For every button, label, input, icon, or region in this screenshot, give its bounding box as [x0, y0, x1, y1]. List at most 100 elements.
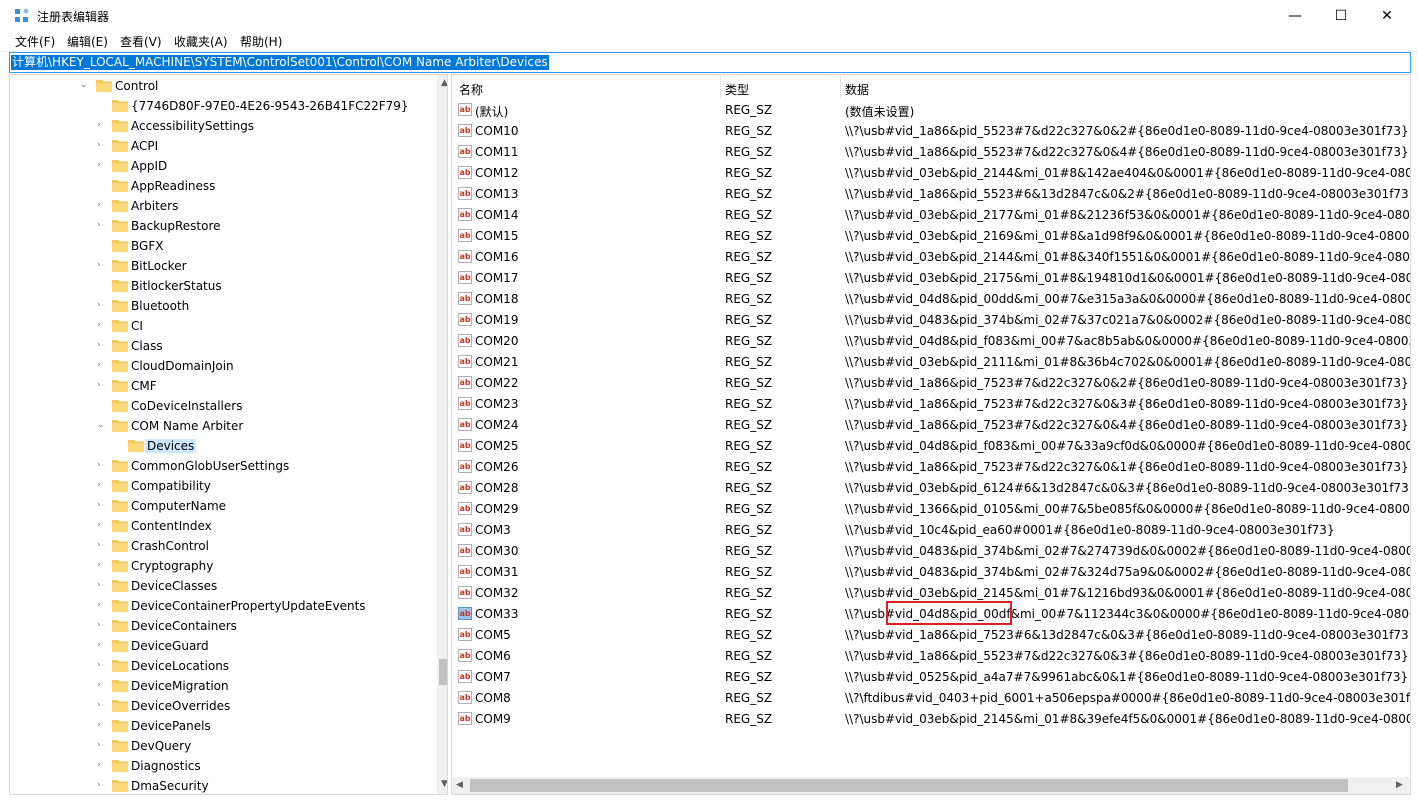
value-row[interactable]: ab COM21 REG_SZ \\?\usb#vid_03eb&pid_2111&m…	[452, 352, 1410, 373]
tree-scroll-thumb[interactable]	[439, 659, 447, 685]
chevron-down-icon[interactable]: ⌄	[97, 420, 107, 430]
tree-item[interactable]: › CI	[10, 316, 430, 336]
value-row[interactable]: ab COM28 REG_SZ \\?\usb#vid_03eb&pid_6124#6…	[452, 478, 1410, 499]
tree-item[interactable]: › ContentIndex	[10, 516, 430, 536]
value-row[interactable]: ab COM13 REG_SZ \\?\usb#vid_1a86&pid_5523#6…	[452, 184, 1410, 205]
chevron-right-icon[interactable]: ›	[97, 220, 107, 230]
tree-item[interactable]: › Class	[10, 336, 430, 356]
chevron-right-icon[interactable]: ›	[97, 780, 107, 790]
chevron-right-icon[interactable]: ›	[97, 500, 107, 510]
tree-item[interactable]: › DeviceContainerPropertyUpdateEvents	[10, 596, 430, 616]
tree-item[interactable]: AppReadiness	[10, 176, 430, 196]
value-row[interactable]: ab COM33 REG_SZ \\?\usb#vid_04d8&pid_00df&m…	[452, 604, 1410, 625]
scroll-down-icon[interactable]: ▼	[441, 779, 447, 789]
values-horizontal-scrollbar[interactable]: ◀ ▶	[452, 777, 1410, 794]
tree-item[interactable]: › DeviceMigration	[10, 676, 430, 696]
scroll-left-icon[interactable]: ◀	[456, 780, 463, 790]
chevron-right-icon[interactable]: ›	[97, 300, 107, 310]
tree-item[interactable]: ⌄ COM Name Arbiter	[10, 416, 430, 436]
chevron-right-icon[interactable]: ›	[97, 200, 107, 210]
tree-item[interactable]: › DevicePanels	[10, 716, 430, 736]
tree-item[interactable]: › BackupRestore	[10, 216, 430, 236]
chevron-right-icon[interactable]: ›	[97, 320, 107, 330]
tree-item[interactable]: › CommonGlobUserSettings	[10, 456, 430, 476]
value-row[interactable]: ab COM14 REG_SZ \\?\usb#vid_03eb&pid_2177&m…	[452, 205, 1410, 226]
address-path[interactable]: 计算机\HKEY_LOCAL_MACHINE\SYSTEM\ControlSet…	[11, 55, 549, 70]
value-row[interactable]: ab COM31 REG_SZ \\?\usb#vid_0483&pid_374b&m…	[452, 562, 1410, 583]
menu-favorites[interactable]: 收藏夹(A)	[174, 33, 228, 50]
tree-item[interactable]: CoDeviceInstallers	[10, 396, 430, 416]
chevron-right-icon[interactable]: ›	[97, 640, 107, 650]
tree-pane[interactable]: ⌄ Control {7746D80F-97E0-4E26-9543-26B41…	[9, 74, 448, 795]
column-header-data[interactable]: 数据	[845, 81, 869, 98]
menu-view[interactable]: 查看(V)	[120, 33, 162, 50]
tree-item[interactable]: › DeviceContainers	[10, 616, 430, 636]
tree-item[interactable]: › Bluetooth	[10, 296, 430, 316]
tree-item[interactable]: › DeviceOverrides	[10, 696, 430, 716]
column-separator[interactable]	[720, 75, 721, 99]
value-row[interactable]: ab COM9 REG_SZ \\?\usb#vid_03eb&pid_2145&mi…	[452, 709, 1410, 730]
value-row[interactable]: ab COM19 REG_SZ \\?\usb#vid_0483&pid_374b&m…	[452, 310, 1410, 331]
tree-item[interactable]: › CrashControl	[10, 536, 430, 556]
tree-item[interactable]: › Compatibility	[10, 476, 430, 496]
scroll-up-icon[interactable]: ▲	[441, 78, 447, 88]
tree-item[interactable]: BGFX	[10, 236, 430, 256]
chevron-right-icon[interactable]: ›	[97, 480, 107, 490]
value-row[interactable]: ab COM23 REG_SZ \\?\usb#vid_1a86&pid_7523#7…	[452, 394, 1410, 415]
chevron-right-icon[interactable]: ›	[97, 340, 107, 350]
chevron-right-icon[interactable]: ›	[97, 700, 107, 710]
column-header-type[interactable]: 类型	[725, 81, 749, 98]
chevron-right-icon[interactable]: ›	[97, 260, 107, 270]
value-row[interactable]: ab COM7 REG_SZ \\?\usb#vid_0525&pid_a4a7#7&…	[452, 667, 1410, 688]
value-row[interactable]: ab COM5 REG_SZ \\?\usb#vid_1a86&pid_7523#6&…	[452, 625, 1410, 646]
close-button[interactable]: ✕	[1364, 0, 1410, 31]
tree-item[interactable]: › AppID	[10, 156, 430, 176]
tree-item[interactable]: › CloudDomainJoin	[10, 356, 430, 376]
column-separator[interactable]	[840, 75, 841, 99]
chevron-right-icon[interactable]: ›	[97, 520, 107, 530]
tree-scrollbar[interactable]: ▲ ▼	[437, 75, 447, 794]
chevron-right-icon[interactable]: ›	[97, 760, 107, 770]
value-row[interactable]: ab COM8 REG_SZ \\?\ftdibus#vid_0403+pid_600…	[452, 688, 1410, 709]
menu-edit[interactable]: 编辑(E)	[67, 33, 108, 50]
tree-item[interactable]: › AccessibilitySettings	[10, 116, 430, 136]
chevron-down-icon[interactable]: ⌄	[80, 80, 90, 90]
chevron-right-icon[interactable]: ›	[97, 360, 107, 370]
chevron-right-icon[interactable]: ›	[97, 660, 107, 670]
value-row[interactable]: ab COM10 REG_SZ \\?\usb#vid_1a86&pid_5523#7…	[452, 121, 1410, 142]
value-row[interactable]: ab COM26 REG_SZ \\?\usb#vid_1a86&pid_7523#7…	[452, 457, 1410, 478]
tree-item[interactable]: › Arbiters	[10, 196, 430, 216]
chevron-right-icon[interactable]: ›	[97, 580, 107, 590]
scroll-right-icon[interactable]: ▶	[1396, 780, 1403, 790]
chevron-right-icon[interactable]: ›	[97, 560, 107, 570]
tree-item[interactable]: › CMF	[10, 376, 430, 396]
tree-item[interactable]: › DeviceGuard	[10, 636, 430, 656]
value-row[interactable]: ab COM25 REG_SZ \\?\usb#vid_04d8&pid_f083&m…	[452, 436, 1410, 457]
value-row[interactable]: ab COM30 REG_SZ \\?\usb#vid_0483&pid_374b&m…	[452, 541, 1410, 562]
values-pane[interactable]: 名称 类型 数据 ab (默认) REG_SZ (数值未设置) ab COM10 REG_S…	[451, 74, 1411, 795]
value-row[interactable]: ab COM22 REG_SZ \\?\usb#vid_1a86&pid_7523#7…	[452, 373, 1410, 394]
tree-item[interactable]: › ComputerName	[10, 496, 430, 516]
value-row[interactable]: ab COM12 REG_SZ \\?\usb#vid_03eb&pid_2144&m…	[452, 163, 1410, 184]
tree-item[interactable]: BitlockerStatus	[10, 276, 430, 296]
value-row[interactable]: ab COM15 REG_SZ \\?\usb#vid_03eb&pid_2169&m…	[452, 226, 1410, 247]
tree-item[interactable]: {7746D80F-97E0-4E26-9543-26B41FC22F79}	[10, 96, 430, 116]
horizontal-scroll-thumb[interactable]	[470, 779, 1348, 792]
chevron-right-icon[interactable]: ›	[97, 680, 107, 690]
tree-item[interactable]: › ACPI	[10, 136, 430, 156]
value-row[interactable]: ab COM24 REG_SZ \\?\usb#vid_1a86&pid_7523#7…	[452, 415, 1410, 436]
value-row[interactable]: ab COM6 REG_SZ \\?\usb#vid_1a86&pid_5523#7&…	[452, 646, 1410, 667]
tree-item[interactable]: › DeviceLocations	[10, 656, 430, 676]
chevron-right-icon[interactable]: ›	[97, 620, 107, 630]
chevron-right-icon[interactable]: ›	[97, 540, 107, 550]
value-row[interactable]: ab COM16 REG_SZ \\?\usb#vid_03eb&pid_2144&m…	[452, 247, 1410, 268]
tree-item[interactable]: › Cryptography	[10, 556, 430, 576]
value-row[interactable]: ab COM29 REG_SZ \\?\usb#vid_1366&pid_0105&m…	[452, 499, 1410, 520]
chevron-right-icon[interactable]: ›	[97, 140, 107, 150]
value-row[interactable]: ab COM20 REG_SZ \\?\usb#vid_04d8&pid_f083&m…	[452, 331, 1410, 352]
value-row[interactable]: ab COM3 REG_SZ \\?\usb#vid_10c4&pid_ea60#00…	[452, 520, 1410, 541]
chevron-right-icon[interactable]: ›	[97, 120, 107, 130]
menu-file[interactable]: 文件(F)	[15, 33, 55, 50]
tree-item[interactable]: › DevQuery	[10, 736, 430, 756]
chevron-right-icon[interactable]: ›	[97, 600, 107, 610]
